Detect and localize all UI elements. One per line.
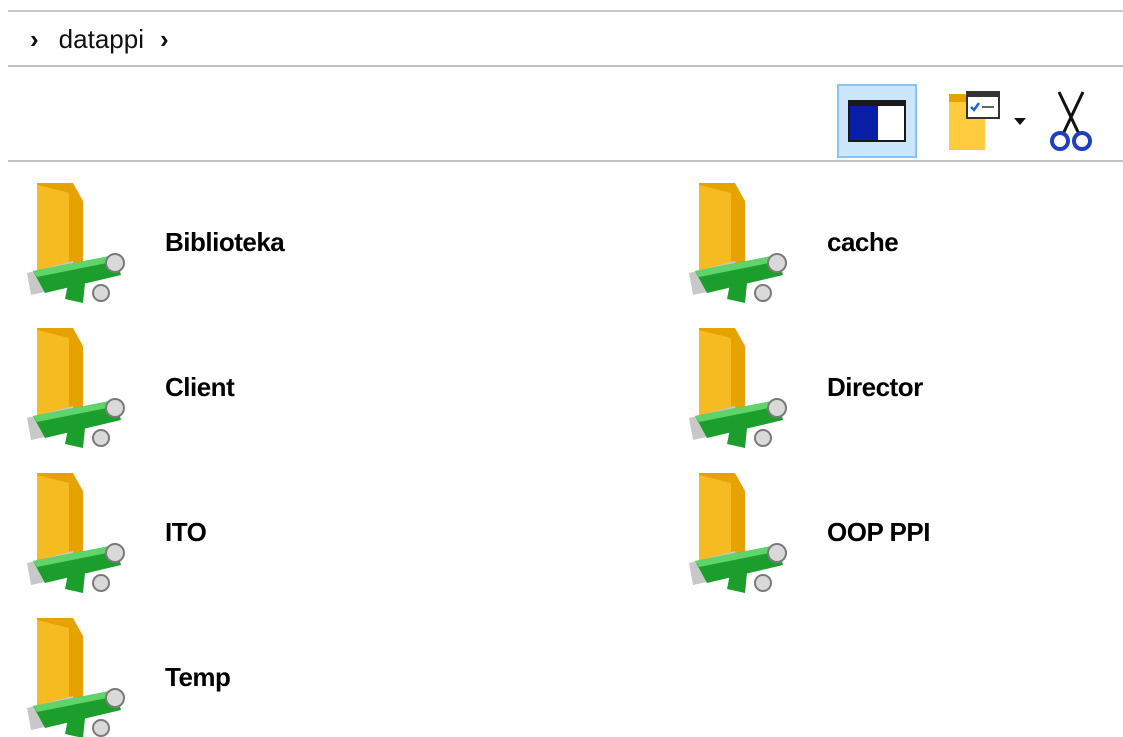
folder-item-client[interactable]: Client: [25, 320, 585, 452]
network-folder-icon: [27, 473, 125, 593]
network-folder-icon: [689, 328, 787, 448]
folder-label: Biblioteka: [165, 227, 285, 257]
folder-item-cache[interactable]: cache: [687, 175, 1123, 307]
preview-pane-button[interactable]: [837, 84, 917, 158]
address-divider: [8, 65, 1123, 67]
toolbar: [837, 82, 1101, 160]
folder-label: Director: [827, 372, 923, 402]
breadcrumb-root-chevron-icon[interactable]: ›: [30, 26, 39, 52]
breadcrumb-expand-chevron-icon[interactable]: ›: [160, 26, 169, 52]
scissors-icon: [1050, 91, 1092, 151]
folder-label: cache: [827, 227, 899, 257]
folder-label: Client: [165, 372, 235, 402]
preview-pane-icon: [848, 100, 906, 142]
folder-item-ito[interactable]: ITO: [25, 465, 585, 597]
cut-button[interactable]: [1041, 84, 1101, 158]
breadcrumb-datappi[interactable]: datappi: [59, 24, 144, 55]
folder-label: Temp: [165, 662, 231, 692]
folder-grid: Biblioteka cache Client Director ITO OOP…: [0, 170, 1123, 737]
network-folder-icon: [27, 328, 125, 448]
folder-item-biblioteka[interactable]: Biblioteka: [25, 175, 585, 307]
network-folder-icon: [689, 473, 787, 593]
caret-down-icon: [1014, 118, 1026, 125]
file-explorer-window: › datappi › Biblioteka cache Client Dire…: [0, 0, 1123, 737]
properties-dropdown-button[interactable]: [1005, 84, 1035, 158]
folder-label: ITO: [165, 517, 207, 547]
network-folder-icon: [27, 183, 125, 303]
address-bar[interactable]: › datappi ›: [0, 12, 1123, 66]
folder-item-temp[interactable]: Temp: [25, 610, 585, 737]
folder-item-oop-ppi[interactable]: OOP PPI: [687, 465, 1123, 597]
network-folder-icon: [689, 183, 787, 303]
properties-icon: [949, 91, 1000, 150]
folder-label: OOP PPI: [827, 517, 930, 547]
network-folder-icon: [27, 618, 125, 737]
properties-button[interactable]: [941, 84, 1005, 158]
toolbar-divider: [8, 160, 1123, 162]
folder-item-director[interactable]: Director: [687, 320, 1123, 452]
